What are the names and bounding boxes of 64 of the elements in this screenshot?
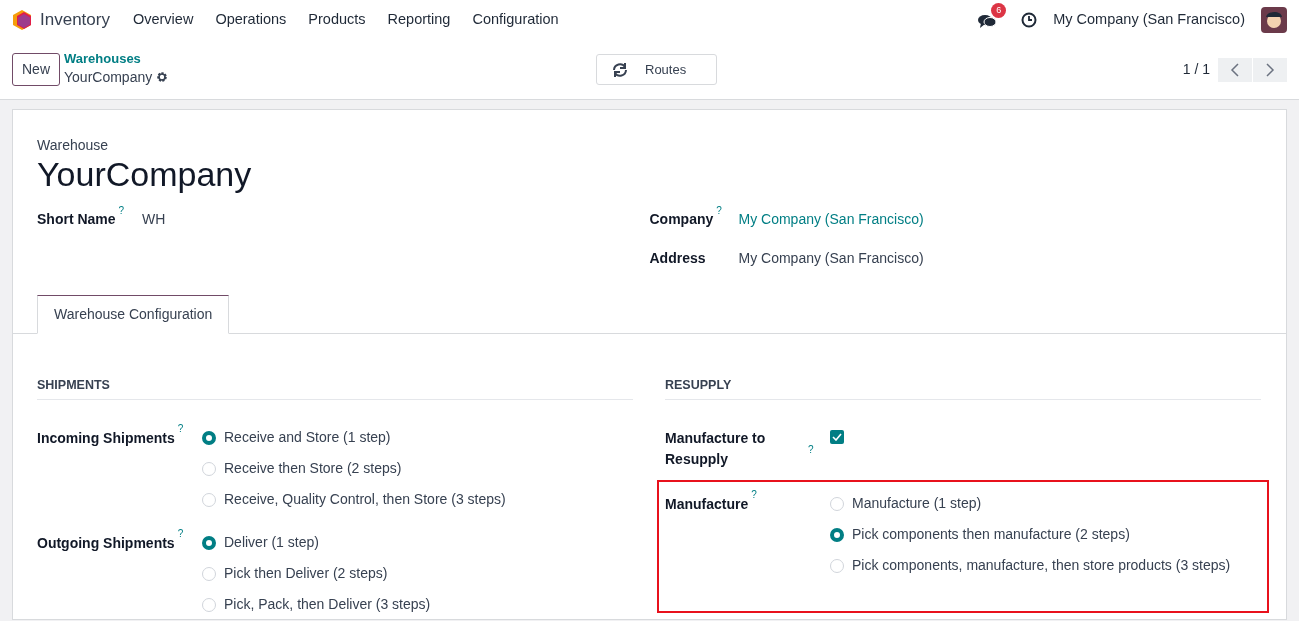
option-label: Receive and Store (1 step) [224, 428, 391, 448]
new-button[interactable]: New [12, 53, 60, 86]
help-tooltip[interactable]: ? [716, 204, 722, 216]
field-label: Outgoing Shipments [37, 534, 175, 554]
help-tooltip[interactable]: ? [808, 444, 814, 456]
chevron-left-icon [1230, 63, 1240, 78]
field-label: Manufacture [665, 495, 749, 515]
section-title: SHIPMENTS [37, 376, 633, 401]
help-tooltip[interactable]: ? [177, 528, 184, 540]
record-type-label: Warehouse [37, 136, 110, 155]
notification-count: 6 [991, 2, 1007, 18]
radio-option[interactable]: Receive, Quality Control, then Store (3 steps) [202, 484, 506, 516]
avatar-icon[interactable] [1261, 7, 1287, 33]
option-label: Receive, Quality Control, then Store (3 steps) [224, 490, 506, 510]
radio-option[interactable]: Pick components, manufacture, then store products (3 steps) [830, 550, 1231, 582]
option-label: Manufacture (1 step) [852, 494, 982, 514]
option-label: Receive then Store (2 steps) [224, 459, 402, 479]
breadcrumb-link[interactable]: Warehouses [64, 51, 169, 67]
option-label: Pick then Deliver (2 steps) [224, 564, 388, 584]
option-label: Pick components then manufacture (2 steps) [852, 525, 1130, 545]
chevron-right-icon [1265, 63, 1275, 78]
field-link[interactable]: My Company (San Francisco) [738, 209, 924, 231]
field-label: Address [649, 250, 706, 267]
option-label: Pick components, manufacture, then store products (3 steps) [852, 556, 1231, 576]
clock-icon[interactable] [1021, 12, 1038, 28]
section-title: RESUPPLY [665, 376, 1261, 401]
radio-option[interactable]: Pick then Deliver (2 steps) [202, 558, 431, 590]
chat-icon[interactable] [977, 12, 998, 29]
radio-button[interactable] [830, 527, 844, 542]
radio-option[interactable]: Receive and Store (1 step) [202, 422, 506, 454]
company-switcher[interactable]: My Company (San Francisco) [1053, 9, 1245, 31]
option-label: Deliver (1 step) [224, 533, 319, 553]
radio-button[interactable] [202, 535, 216, 550]
tab[interactable]: Warehouse Configuration [37, 295, 230, 335]
routes-button[interactable]: Routes [596, 53, 718, 86]
refresh-icon [611, 61, 629, 78]
help-tooltip[interactable]: ? [751, 489, 757, 501]
field-value: WH [142, 210, 166, 230]
record-name: YourCompany [64, 67, 153, 87]
radio-option[interactable]: Manufacture (1 step) [830, 488, 1231, 520]
field-label: Manufacture to Resupply [665, 429, 767, 470]
radio-option[interactable]: Deliver (1 step) [202, 527, 431, 559]
menu-item[interactable]: Reporting [376, 9, 462, 31]
field-label: Short Name [37, 211, 116, 228]
record-title: YourCompany [37, 156, 253, 194]
menu-item[interactable]: Operations [204, 9, 298, 31]
help-tooltip[interactable]: ? [118, 204, 125, 216]
app-name[interactable]: Inventory [40, 7, 110, 33]
menu-item[interactable]: Configuration [461, 9, 570, 31]
radio-option[interactable]: Pick components then manufacture (2 steps) [830, 519, 1231, 551]
settings-icon[interactable] [156, 71, 169, 84]
menu-item[interactable]: Products [297, 9, 377, 31]
radio-option[interactable]: Pick, Pack, then Deliver (3 steps) [202, 589, 431, 619]
option-label: Pick, Pack, then Deliver (3 steps) [224, 595, 431, 615]
field-value: My Company (San Francisco) [738, 249, 924, 269]
menu-item[interactable]: Overview [121, 9, 205, 31]
field-label: Company [649, 211, 714, 228]
field-label: Incoming Shipments [37, 429, 175, 449]
app-logo-icon[interactable] [12, 9, 32, 31]
pager-value: 1 / 1 [1182, 60, 1210, 79]
radio-button[interactable] [202, 430, 216, 445]
help-tooltip[interactable]: ? [177, 423, 184, 435]
checkbox[interactable] [830, 430, 844, 445]
radio-option[interactable]: Receive then Store (2 steps) [202, 453, 506, 485]
